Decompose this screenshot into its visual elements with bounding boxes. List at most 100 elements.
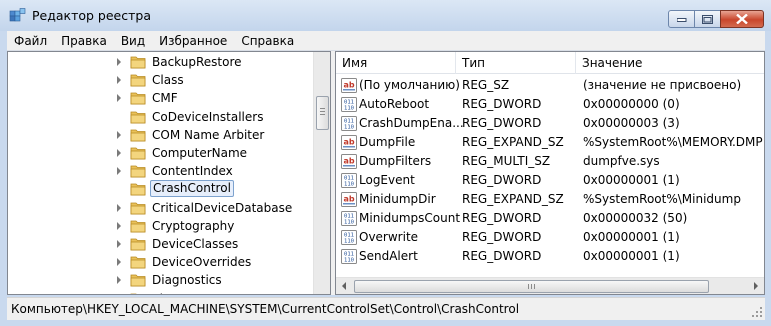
tree-item[interactable]: Class — [8, 71, 312, 89]
tree-item-label[interactable]: El... — [150, 291, 176, 294]
tree-item-label[interactable]: DeviceClasses — [150, 236, 240, 252]
registry-editor-icon — [9, 8, 26, 22]
value-name: LogEvent — [359, 173, 415, 187]
tree-item-label[interactable]: Diagnostics — [150, 272, 224, 288]
list-row[interactable]: ab MinidumpDir REG_EXPAND_SZ %SystemRoot%\M… — [336, 190, 764, 209]
expand-arrow-icon[interactable] — [117, 149, 121, 157]
tree-item[interactable]: CoDeviceInstallers — [8, 108, 312, 126]
list-row[interactable]: 011 110 Overwrite REG_DWORD 0x00000001 (1) — [336, 228, 764, 247]
menu-view[interactable]: Вид — [114, 31, 152, 51]
tree-item[interactable]: BackupRestore — [8, 53, 312, 71]
tree-item[interactable]: CrashControl — [8, 180, 312, 198]
tree-item[interactable]: ContentIndex — [8, 162, 312, 180]
list-row[interactable]: ab DumpFilters REG_MULTI_SZ dumpfve.sys — [336, 152, 764, 171]
value-data: 0x00000032 (50) — [583, 211, 688, 225]
tree-item-label[interactable]: CriticalDeviceDatabase — [150, 200, 294, 216]
svg-text:110: 110 — [344, 258, 354, 264]
folder-icon — [130, 92, 146, 105]
svg-text:110: 110 — [344, 239, 354, 245]
svg-text:110: 110 — [344, 220, 354, 226]
list-row[interactable]: 011 110 LogEvent REG_DWORD 0x00000001 (1) — [336, 171, 764, 190]
tree-item[interactable]: DeviceClasses — [8, 235, 312, 253]
list-row[interactable]: 011 110 AutoReboot REG_DWORD 0x00000000 (0) — [336, 95, 764, 114]
folder-icon — [130, 111, 146, 123]
list-row[interactable]: ab DumpFile REG_EXPAND_SZ %SystemRoot%\MEMO… — [336, 133, 764, 152]
tree-item[interactable]: DeviceOverrides — [8, 253, 312, 271]
binary-value-icon: 011110 — [341, 173, 357, 188]
minimize-button[interactable] — [668, 10, 695, 28]
expand-arrow-icon[interactable] — [117, 130, 121, 139]
expand-arrow-icon[interactable] — [117, 276, 121, 285]
key-tree[interactable]: BackupRestore Class CMF CoDeviceInstallers C… — [7, 51, 331, 295]
values-list[interactable]: Имя Тип Значение ab (По умолчанию) REG_SZ (… — [335, 51, 765, 295]
tree-item[interactable]: Cryptography — [8, 217, 312, 235]
tree-item-label[interactable]: ContentIndex — [150, 163, 235, 179]
tree-item-label[interactable]: ComputerName — [150, 145, 249, 161]
close-icon — [736, 14, 748, 24]
menu-bar: Файл Правка Вид Избранное Справка — [7, 31, 765, 51]
folder-icon — [130, 274, 146, 287]
list-horizontal-scrollbar[interactable] — [336, 277, 764, 294]
scroll-left-icon[interactable] — [342, 282, 346, 290]
scroll-right-icon[interactable] — [754, 282, 758, 290]
list-row[interactable]: 011 110 SendAlert REG_DWORD 0x00000001 (1) — [336, 247, 764, 266]
expand-arrow-icon[interactable] — [117, 203, 121, 212]
svg-text:110: 110 — [344, 106, 354, 112]
tree-item-label[interactable]: Cryptography — [150, 218, 236, 234]
string-value-icon: ab — [341, 78, 357, 93]
value-type: REG_DWORD — [462, 173, 542, 187]
maximize-icon — [702, 14, 713, 24]
tree-item[interactable]: El... — [8, 290, 312, 294]
column-header-value[interactable]: Значение — [576, 52, 764, 74]
binary-value-icon: 011110 — [341, 211, 357, 226]
menu-edit[interactable]: Правка — [54, 31, 114, 51]
binary-value-icon: 011110 — [341, 230, 357, 245]
folder-icon — [130, 256, 146, 269]
tree-item-label[interactable]: Class — [150, 72, 186, 88]
list-row[interactable]: ab (По умолчанию) REG_SZ (значение не присв… — [336, 76, 764, 95]
tree-item-label[interactable]: CoDeviceInstallers — [150, 109, 265, 125]
folder-icon — [130, 147, 146, 160]
value-data: 0x00000001 (1) — [583, 249, 680, 263]
caption-buttons — [668, 10, 764, 29]
tree-item-label[interactable]: BackupRestore — [150, 54, 244, 70]
value-data: 0x00000000 (0) — [583, 97, 680, 111]
minimize-icon — [676, 18, 686, 22]
tree-item[interactable]: CMF — [8, 89, 312, 107]
folder-icon — [130, 165, 146, 178]
tree-scroll-thumb[interactable] — [316, 96, 329, 130]
folder-icon — [130, 183, 146, 196]
column-header-type[interactable]: Тип — [456, 52, 576, 74]
svg-text:110: 110 — [344, 125, 354, 131]
tree-item-label[interactable]: CrashControl — [150, 180, 234, 198]
column-header-name[interactable]: Имя — [336, 52, 456, 74]
tree-item[interactable]: CriticalDeviceDatabase — [8, 199, 312, 217]
expand-arrow-icon[interactable] — [117, 58, 121, 66]
tree-item[interactable]: Diagnostics — [8, 271, 312, 289]
tree-item[interactable]: COM Name Arbiter — [8, 126, 312, 144]
expand-arrow-icon[interactable] — [117, 76, 121, 85]
tree-item-label[interactable]: COM Name Arbiter — [150, 127, 266, 143]
tree-item-label[interactable]: DeviceOverrides — [150, 254, 253, 270]
value-name: AutoReboot — [359, 97, 430, 111]
value-data: %SystemRoot%\MEMORY.DMP — [583, 135, 763, 149]
tree-item-label[interactable]: CMF — [150, 90, 180, 106]
tree-item[interactable]: ComputerName — [8, 144, 312, 162]
expand-arrow-icon[interactable] — [117, 221, 121, 230]
expand-arrow-icon[interactable] — [117, 258, 121, 267]
list-row[interactable]: 011 110 MinidumpsCount REG_DWORD 0x00000032 … — [336, 209, 764, 228]
expand-arrow-icon[interactable] — [117, 240, 121, 248]
resize-grip-icon[interactable] — [752, 307, 763, 318]
menu-help[interactable]: Справка — [234, 31, 301, 51]
value-data: dumpfve.sys — [583, 154, 660, 168]
menu-file[interactable]: Файл — [7, 31, 54, 51]
expand-arrow-icon[interactable] — [117, 167, 121, 176]
expand-arrow-icon[interactable] — [117, 94, 121, 103]
tree-vertical-scrollbar[interactable] — [313, 52, 330, 294]
list-row[interactable]: 011 110 CrashDumpEna... REG_DWORD 0x00000003… — [336, 114, 764, 133]
maximize-button[interactable] — [694, 10, 721, 28]
menu-favorites[interactable]: Избранное — [152, 31, 234, 51]
close-button[interactable] — [720, 10, 764, 28]
value-type: REG_DWORD — [462, 211, 542, 225]
list-scroll-thumb[interactable] — [354, 280, 709, 293]
